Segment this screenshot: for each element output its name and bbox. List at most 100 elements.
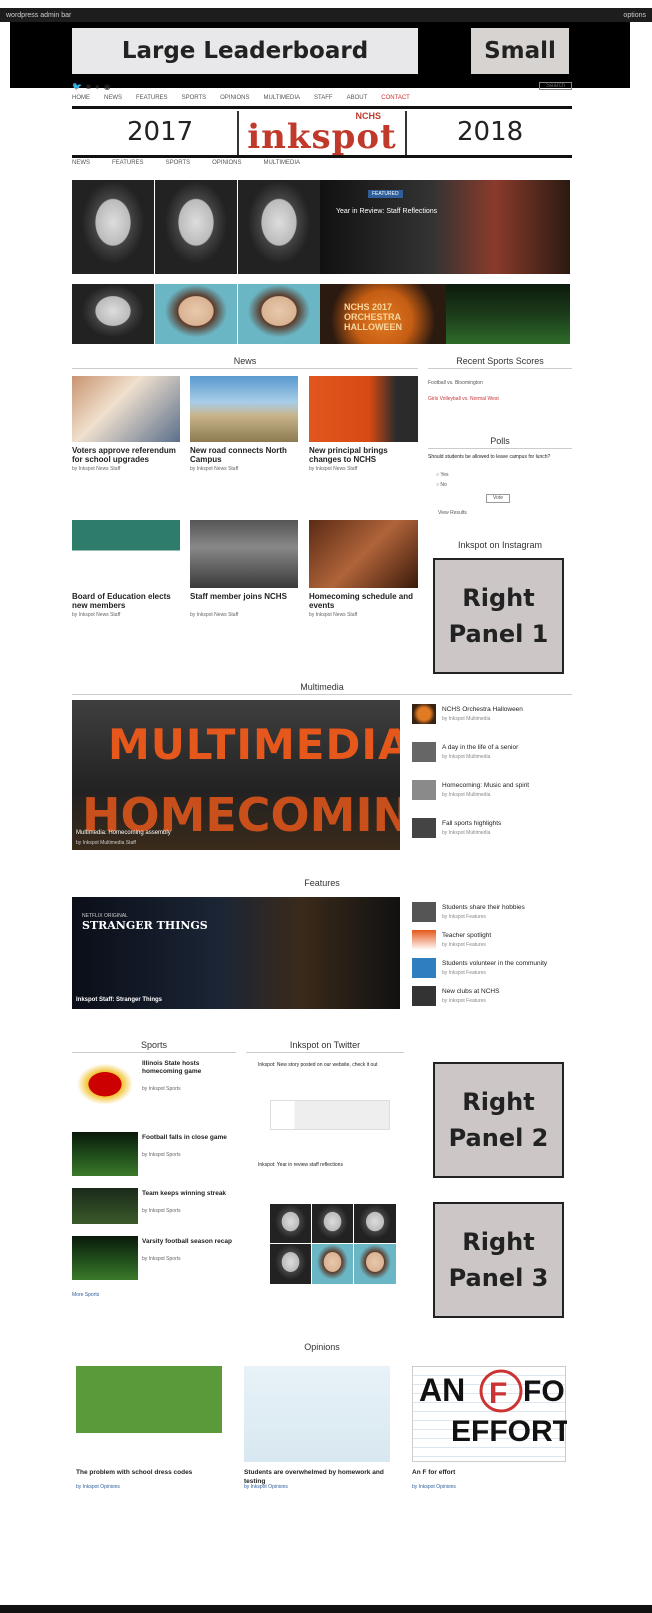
sports-thumb[interactable] — [72, 1188, 138, 1224]
features-item[interactable]: New clubs at NCHS by Inkspot Features — [412, 986, 572, 1014]
pumpkin-text: NCHS 2017 ORCHESTRA HALLOWEEN — [344, 302, 402, 332]
portrait-photo[interactable] — [155, 284, 237, 344]
nav-item[interactable]: NEWS — [104, 95, 122, 105]
news-title[interactable]: Homecoming schedule and events — [309, 592, 418, 610]
multimedia-item[interactable]: Homecoming: Music and spirit by Inkspot … — [412, 780, 572, 808]
multimedia-item-title[interactable]: NCHS Orchestra Halloween — [442, 706, 523, 713]
poll-results-link[interactable]: View Results — [438, 510, 498, 517]
sports-title[interactable]: Football falls in close game — [142, 1134, 236, 1142]
right-panel-3-ad[interactable]: Right Panel 3 — [433, 1202, 564, 1318]
portrait-photo[interactable] — [72, 284, 154, 344]
news-title[interactable]: Staff member joins NCHS — [190, 592, 298, 601]
news-title[interactable]: Voters approve referendum for school upg… — [72, 446, 180, 464]
news-thumb[interactable] — [72, 376, 180, 442]
features-item[interactable]: Students share their hobbies by Inkspot … — [412, 902, 572, 930]
news-thumb[interactable] — [72, 520, 180, 588]
news-title[interactable]: New road connects North Campus — [190, 446, 298, 464]
features-item-meta: by Inkspot Features — [442, 998, 486, 1004]
nav-item[interactable]: SPORTS — [182, 95, 207, 105]
opinion-cartoon[interactable] — [76, 1366, 222, 1462]
tweet-text[interactable]: Inkspot: Year in review staff reflection… — [258, 1162, 398, 1169]
section-nav-item[interactable]: MULTIMEDIA — [263, 160, 300, 170]
news-title[interactable]: New principal brings changes to NCHS — [309, 446, 418, 464]
score-line[interactable]: Football vs. Bloomington — [428, 380, 572, 387]
sports-thumb[interactable] — [72, 1236, 138, 1280]
score-line[interactable]: Girls Volleyball vs. Normal West — [428, 396, 572, 403]
portrait-photo[interactable] — [72, 180, 154, 274]
rss-icon[interactable]: ● — [95, 82, 100, 91]
multimedia-hero[interactable]: MULTIMEDIA: HOMECOMING Multimedia: Homec… — [72, 700, 400, 850]
opinion-cartoon[interactable] — [244, 1366, 390, 1462]
site-logo[interactable]: NCHS inkspot — [237, 111, 407, 157]
admin-bar-left[interactable]: wordpress admin bar — [6, 12, 71, 19]
sports-thumb[interactable] — [72, 1060, 138, 1104]
opinion-cartoon[interactable]: AN F FO EFFORT — [412, 1366, 571, 1462]
admin-bar-right[interactable]: options — [623, 12, 646, 19]
sports-title[interactable]: Varsity football season recap — [142, 1238, 236, 1246]
multimedia-item[interactable]: A day in the life of a senior by Inkspot… — [412, 742, 572, 770]
news-thumb[interactable] — [309, 520, 418, 588]
news-thumb[interactable] — [190, 520, 298, 588]
large-leaderboard-ad[interactable]: Large Leaderboard — [72, 28, 418, 74]
portrait-photo[interactable] — [155, 180, 237, 274]
instagram-icon[interactable]: ◉ — [104, 82, 111, 91]
instagram-heading: Inkspot on Instagram — [457, 540, 543, 550]
multimedia-item[interactable]: Fall sports highlights by Inkspot Multim… — [412, 818, 572, 846]
features-hero-caption[interactable]: Inkspot Staff: Stranger Things — [76, 997, 162, 1003]
section-nav-item[interactable]: OPINIONS — [212, 160, 241, 170]
multimedia-item-meta: by Inkspot Multimedia — [442, 754, 491, 760]
portrait-photo[interactable] — [238, 284, 320, 344]
pumpkin-photo[interactable]: NCHS 2017 ORCHESTRA HALLOWEEN — [320, 284, 446, 344]
section-nav-item[interactable]: FEATURES — [112, 160, 144, 170]
news-thumb[interactable] — [190, 376, 298, 442]
tweet-card[interactable] — [270, 1100, 390, 1130]
nav-item[interactable]: HOME — [72, 95, 90, 105]
nav-item[interactable]: ABOUT — [347, 95, 368, 105]
news-thumb[interactable] — [309, 376, 418, 442]
section-nav-item[interactable]: NEWS — [72, 160, 90, 170]
multimedia-item-title[interactable]: Fall sports highlights — [442, 820, 501, 827]
tweet-text[interactable]: Inkspot: New story posted on our website… — [258, 1062, 398, 1069]
features-item[interactable]: Students volunteer in the community by I… — [412, 958, 572, 986]
poll-option-no[interactable]: ○ No — [436, 482, 516, 489]
tweet-photo-grid[interactable] — [270, 1204, 396, 1284]
mm-hero-caption[interactable]: Multimedia: Homecoming assembly — [76, 830, 171, 836]
features-item-title[interactable]: Teacher spotlight — [442, 932, 491, 939]
multimedia-item[interactable]: NCHS Orchestra Halloween by Inkspot Mult… — [412, 704, 572, 732]
multimedia-item-title[interactable]: A day in the life of a senior — [442, 744, 518, 751]
svg-text:AN: AN — [419, 1372, 465, 1408]
opinion-title[interactable]: The problem with school dress codes — [76, 1468, 222, 1477]
search-button[interactable]: Search — [538, 82, 572, 90]
multimedia-item-title[interactable]: Homecoming: Music and spirit — [442, 782, 529, 789]
nav-item[interactable]: CONTACT — [381, 95, 410, 105]
nav-item[interactable]: FEATURES — [136, 95, 168, 105]
nav-item[interactable]: MULTIMEDIA — [263, 95, 300, 105]
more-sports-link[interactable]: More Sports — [72, 1292, 152, 1299]
news-title[interactable]: Board of Education elects new members — [72, 592, 180, 610]
small-ad[interactable]: Small — [471, 28, 569, 74]
right-panel-2-ad[interactable]: Right Panel 2 — [433, 1062, 564, 1178]
sports-title[interactable]: Illinois State hosts homecoming game — [142, 1060, 236, 1076]
section-nav-item[interactable]: SPORTS — [166, 160, 191, 170]
twitter-icon[interactable]: 🐦 — [72, 82, 82, 91]
nav-item[interactable]: OPINIONS — [220, 95, 249, 105]
features-item-title[interactable]: New clubs at NCHS — [442, 988, 499, 995]
right-panel-1-ad[interactable]: Right Panel 1 — [433, 558, 564, 674]
features-hero[interactable]: NETFLIX ORIGINAL STRANGER THINGS Inkspot… — [72, 897, 400, 1009]
opinion-title[interactable]: An F for effort — [412, 1468, 566, 1477]
sports-thumb[interactable] — [72, 1132, 138, 1176]
features-item-title[interactable]: Students volunteer in the community — [442, 960, 547, 967]
slide-caption[interactable]: Year in Review: Staff Reflections — [336, 206, 437, 217]
multimedia-item-meta: by Inkspot Multimedia — [442, 792, 491, 798]
nav-item[interactable]: STAFF — [314, 95, 333, 105]
sports-title[interactable]: Team keeps winning streak — [142, 1190, 236, 1198]
featured-slide[interactable]: FEATURED Year in Review: Staff Reflectio… — [320, 180, 570, 274]
portrait-photo[interactable] — [238, 180, 320, 274]
poll-vote-button[interactable]: Vote — [486, 494, 510, 503]
football-field-photo[interactable] — [446, 284, 570, 344]
facebook-icon[interactable]: ■ — [86, 82, 91, 91]
poll-option-yes[interactable]: ○ Yes — [436, 472, 516, 479]
year-right: 2018 — [457, 117, 524, 147]
features-item-title[interactable]: Students share their hobbies — [442, 904, 525, 911]
features-item[interactable]: Teacher spotlight by Inkspot Features — [412, 930, 572, 958]
